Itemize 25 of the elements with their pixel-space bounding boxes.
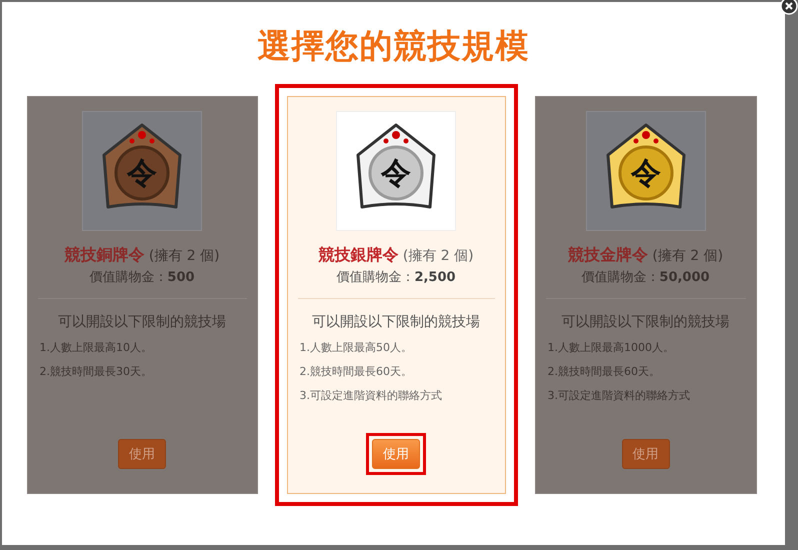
rule-text: 2.競技時間最長30天。 [40,364,153,379]
token-value: 價值購物金：500 [89,269,195,286]
section-heading: 可以開設以下限制的競技場 [312,313,480,331]
rule-text: 1.人數上限最高1000人。 [548,340,675,355]
section-heading: 可以開設以下限制的競技場 [58,313,226,331]
owned-count: (擁有 2 個) [402,248,474,264]
section-heading: 可以開設以下限制的競技場 [562,313,730,331]
owned-count: (擁有 2 個) [148,248,220,264]
rule-text: 2.競技時間最長60天。 [548,364,661,379]
rule-text: 1.人數上限最高10人。 [40,340,153,355]
token-value: 價值購物金：2,500 [336,269,456,286]
use-button[interactable]: 使用 [118,439,166,469]
use-button[interactable]: 使用 [372,439,420,469]
rule-text: 2.競技時間最長60天。 [300,364,413,379]
rule-text: 3.可設定進階資料的聯絡方式 [300,388,443,403]
token-value: 價值購物金：50,000 [581,269,710,286]
rule-text: 1.人數上限最高50人。 [300,340,413,355]
dialog-title: 選擇您的競技規模 [256,25,530,67]
owned-count: (擁有 2 個) [652,248,724,264]
rule-text: 3.可設定進階資料的聯絡方式 [548,388,691,403]
close-icon[interactable] [780,0,798,15]
token-name: 競技金牌令 [568,245,648,264]
token-name: 競技銀牌令 [318,245,398,264]
use-button[interactable]: 使用 [622,439,670,469]
token-name: 競技銅牌令 [64,245,144,264]
